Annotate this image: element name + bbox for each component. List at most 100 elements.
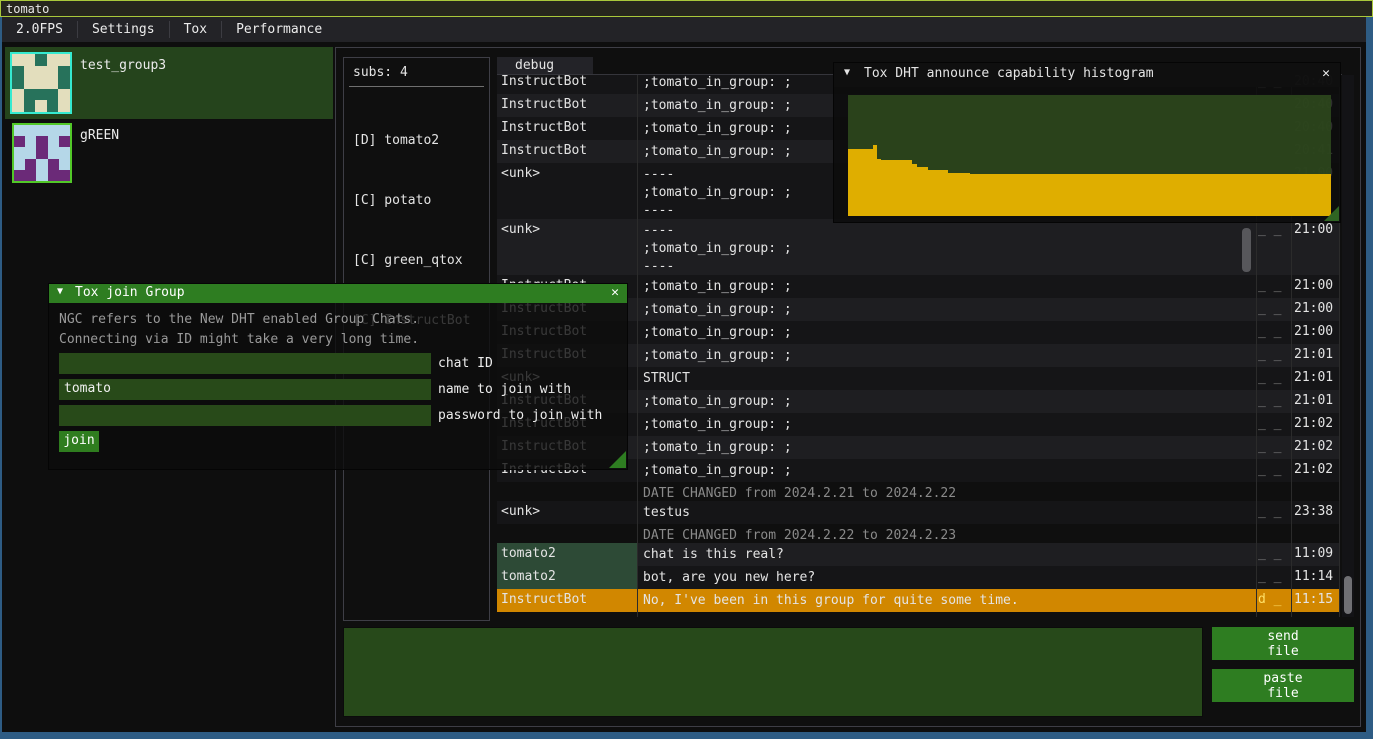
sender-name: InstructBot <box>501 75 633 89</box>
message-text: ;tomato_in_group: ; <box>643 278 1248 296</box>
timestamp: 21:02 <box>1294 462 1333 477</box>
message-text: ;tomato_in_group: ; <box>643 301 1248 319</box>
delivery-flags: d _ <box>1258 592 1290 607</box>
message-text: ;tomato_in_group: ; <box>643 324 1248 342</box>
chat-row[interactable]: tomato2bot, are you new here?_ _11:14 <box>497 566 1340 589</box>
join-group-window: ▼ Tox join Group ✕ NGC refers to the New… <box>48 283 628 470</box>
menubar: 2.0FPS Settings Tox Performance <box>2 17 1366 42</box>
group-name: test_group3 <box>80 58 166 73</box>
timestamp: 21:01 <box>1294 347 1333 362</box>
chat-row[interactable]: DATE CHANGED from 2024.2.22 to 2024.2.23 <box>497 524 1340 543</box>
close-icon[interactable]: ✕ <box>1322 66 1330 81</box>
message-text: No, I've been in this group for quite so… <box>643 592 1248 610</box>
join-group-titlebar[interactable]: ▼ Tox join Group ✕ <box>49 284 627 303</box>
join-group-title: Tox join Group <box>75 285 185 300</box>
sender-name: <unk> <box>501 166 633 181</box>
sender-name: InstructBot <box>501 97 633 112</box>
chat-id-input[interactable] <box>59 353 431 374</box>
send-file-button[interactable]: send file <box>1212 627 1354 660</box>
sender-name: InstructBot <box>501 592 633 607</box>
message-text: ;tomato_in_group: ; <box>643 416 1248 434</box>
timestamp: 21:02 <box>1294 439 1333 454</box>
send-file-label: send file <box>1261 629 1305 659</box>
sender-name: tomato2 <box>501 546 633 561</box>
tomato-app: tomato 2.0FPS Settings Tox Performance t… <box>0 0 1373 739</box>
chat-scrollbar-track[interactable] <box>1342 75 1354 617</box>
tab-debug[interactable]: debug <box>497 57 593 75</box>
chat-row[interactable]: <unk>----;tomato_in_group: ;----_ _21:00 <box>497 219 1340 275</box>
message-text: ;tomato_in_group: ; <box>643 393 1248 411</box>
delivery-flags: _ _ <box>1258 462 1290 477</box>
group-avatar-identicon <box>10 52 72 114</box>
group-name: gREEN <box>80 128 119 143</box>
resize-grip[interactable] <box>1324 206 1339 221</box>
message-text: ;tomato_in_group: ; <box>643 347 1248 365</box>
delivery-flags: _ _ <box>1258 416 1290 431</box>
dht-histogram-title: Tox DHT announce capability histogram <box>864 66 1154 81</box>
window-title: tomato <box>6 2 49 16</box>
delivery-flags: _ _ <box>1258 546 1290 561</box>
paste-file-button[interactable]: paste file <box>1212 669 1354 702</box>
resize-grip[interactable] <box>609 451 626 468</box>
chat-row[interactable]: <unk>testus_ _23:38 <box>497 501 1340 524</box>
timestamp: 23:38 <box>1294 504 1333 519</box>
window-frame-bottom <box>0 732 1373 739</box>
message-text: testus <box>643 504 1248 522</box>
delivery-flags: _ _ <box>1258 504 1290 519</box>
join-password-label: password to join with <box>438 408 602 423</box>
sender-name: InstructBot <box>501 120 633 135</box>
timestamp: 21:02 <box>1294 416 1333 431</box>
fps-counter: 2.0FPS <box>2 22 77 37</box>
delivery-flags: _ _ <box>1258 370 1290 385</box>
subs-member[interactable]: [C] green_qtox <box>353 251 470 271</box>
timestamp: 11:14 <box>1294 569 1333 584</box>
join-name-input[interactable]: tomato <box>59 379 431 400</box>
join-button[interactable]: join <box>59 431 99 452</box>
message-text: ;tomato_in_group: ; <box>643 462 1248 480</box>
join-description-line2: Connecting via ID might take a very long… <box>59 332 419 347</box>
message-text: ----;tomato_in_group: ;---- <box>643 222 1248 276</box>
subs-separator <box>349 86 484 87</box>
join-password-input[interactable] <box>59 405 431 426</box>
tab-label: debug <box>515 58 554 73</box>
dht-histogram-titlebar[interactable]: ▼ Tox DHT announce capability histogram … <box>834 63 1340 87</box>
join-description-line1: NGC refers to the New DHT enabled Group … <box>59 312 419 327</box>
group-avatar-identicon <box>12 123 72 183</box>
collapse-icon[interactable]: ▼ <box>844 67 850 78</box>
chat-row[interactable]: DATE CHANGED from 2024.2.21 to 2024.2.22 <box>497 482 1340 501</box>
collapse-icon[interactable]: ▼ <box>57 286 63 297</box>
inner-scrollbar-thumb[interactable] <box>1242 228 1251 272</box>
histogram-bar <box>917 167 929 216</box>
chat-scrollbar-thumb[interactable] <box>1344 576 1352 614</box>
dht-histogram-window: ▼ Tox DHT announce capability histogram … <box>833 62 1341 223</box>
delivery-flags: _ _ <box>1258 347 1290 362</box>
menu-settings[interactable]: Settings <box>78 22 169 37</box>
subs-count-label: subs: 4 <box>353 65 408 80</box>
chat-row[interactable]: InstructBot No, I've been in this group f… <box>497 589 1340 612</box>
menu-tox[interactable]: Tox <box>170 22 221 37</box>
delivery-flags: _ _ <box>1258 439 1290 454</box>
window-frame-left <box>0 17 2 739</box>
os-titlebar[interactable]: tomato <box>0 0 1373 17</box>
dht-histogram-plot <box>848 95 1331 216</box>
paste-file-label: paste file <box>1261 671 1305 701</box>
delivery-flags: _ _ <box>1258 569 1290 584</box>
timestamp: 21:00 <box>1294 222 1333 237</box>
delivery-flags: _ _ <box>1258 324 1290 339</box>
window-frame-right <box>1366 17 1373 739</box>
delivery-flags: _ _ <box>1258 393 1290 408</box>
chat-row[interactable]: tomato2chat is this real?_ _11:09 <box>497 543 1340 566</box>
menu-performance[interactable]: Performance <box>222 22 336 37</box>
message-text: ;tomato_in_group: ; <box>643 439 1248 457</box>
close-icon[interactable]: ✕ <box>611 285 619 300</box>
delivery-flags: _ _ <box>1258 278 1290 293</box>
message-input[interactable] <box>343 627 1203 717</box>
chat-id-label: chat ID <box>438 356 493 371</box>
sender-name: InstructBot <box>501 143 633 158</box>
subs-member[interactable]: [C] potato <box>353 191 470 211</box>
timestamp: 21:00 <box>1294 301 1333 316</box>
histogram-bar <box>970 174 1331 216</box>
histogram-bar <box>948 173 971 216</box>
subs-member[interactable]: [D] tomato2 <box>353 131 470 151</box>
message-text: chat is this real? <box>643 546 1248 564</box>
